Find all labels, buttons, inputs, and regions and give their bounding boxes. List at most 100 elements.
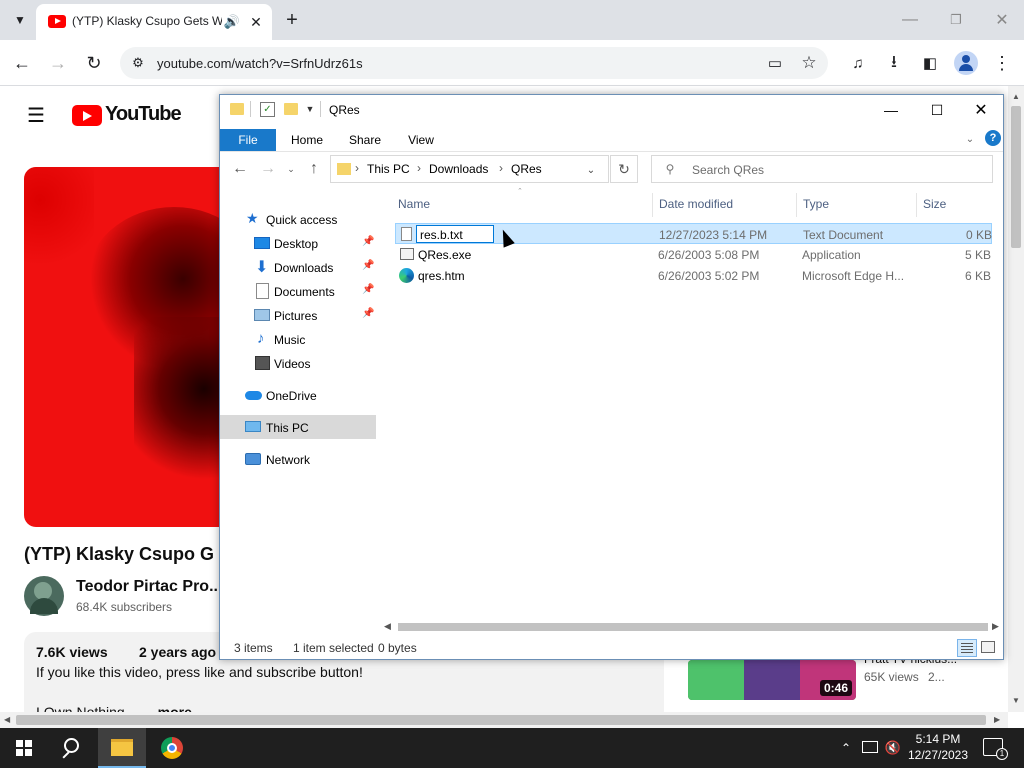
address-bar[interactable]: ⚙ youtube.com/watch?v=SrfnUdrz61s ▭ ☆ bbox=[120, 47, 828, 79]
browser-tab[interactable]: (YTP) Klasky Csupo Gets We 🔊 ✕ bbox=[36, 4, 272, 40]
file-row[interactable]: qres.htm 6/26/2003 5:02 PM Microsoft Edg… bbox=[395, 265, 992, 286]
nav-up-icon[interactable]: ↑ bbox=[304, 159, 324, 179]
media-controls-icon[interactable]: ♫ bbox=[846, 51, 870, 75]
refresh-icon[interactable]: ↻ bbox=[610, 155, 638, 183]
sidebar-item-music[interactable]: ♪ Music bbox=[220, 327, 376, 351]
ribbon-tab-file[interactable]: File bbox=[220, 129, 276, 151]
profile-avatar-icon[interactable] bbox=[954, 51, 978, 75]
file-row[interactable]: QRes.exe 6/26/2003 5:08 PM Application 5… bbox=[395, 244, 992, 265]
sidebar-item-quick-access[interactable]: ★ Quick access bbox=[220, 207, 376, 231]
file-size: 5 KB bbox=[965, 248, 992, 262]
status-selected: 1 item selected bbox=[293, 641, 374, 655]
filelist-horizontal-scrollbar[interactable]: ◀ ▶ bbox=[382, 619, 1002, 635]
help-icon[interactable]: ? bbox=[985, 130, 1001, 146]
audio-playing-icon[interactable]: 🔊 bbox=[222, 12, 242, 32]
sidebar-item-onedrive[interactable]: OneDrive bbox=[220, 383, 376, 407]
search-taskbar-icon[interactable] bbox=[48, 728, 96, 768]
address-dropdown-icon[interactable]: ⌄ bbox=[583, 162, 599, 178]
clock-time[interactable]: 5:14 PM bbox=[906, 732, 970, 748]
new-tab-button[interactable]: + bbox=[280, 8, 304, 32]
explorer-close-button[interactable]: ✕ bbox=[966, 97, 996, 123]
sidebar-item-videos[interactable]: Videos bbox=[220, 351, 376, 375]
breadcrumb-downloads[interactable]: Downloads bbox=[429, 162, 488, 176]
rename-input[interactable]: res.b.txt bbox=[416, 225, 494, 243]
column-header-date[interactable]: Date modified bbox=[659, 197, 733, 211]
new-folder-icon[interactable] bbox=[284, 103, 298, 115]
subscriber-count: 68.4K subscribers bbox=[76, 600, 173, 614]
ribbon-tab-share[interactable]: Share bbox=[340, 129, 390, 151]
chrome-taskbar-icon[interactable] bbox=[148, 728, 196, 768]
install-app-icon[interactable]: ▭ bbox=[764, 53, 786, 73]
nav-back-icon[interactable]: ← bbox=[230, 159, 250, 179]
column-header-size[interactable]: Size bbox=[923, 197, 946, 211]
file-row[interactable]: res.b.txt 12/27/2023 5:14 PM Text Docume… bbox=[395, 223, 992, 244]
sidebar-item-label: Documents bbox=[274, 285, 335, 299]
desktop-icon bbox=[254, 237, 270, 249]
ribbon-tab-home[interactable]: Home bbox=[282, 129, 332, 151]
recent-locations-icon[interactable]: ⌄ bbox=[284, 159, 298, 179]
forward-icon[interactable]: → bbox=[46, 51, 70, 75]
tab-close-icon[interactable]: ✕ bbox=[246, 12, 266, 32]
page-horizontal-scrollbar[interactable]: ◀ ▶ bbox=[0, 712, 1008, 728]
details-view-icon[interactable] bbox=[957, 639, 977, 657]
quick-access-toolbar-dropdown-icon[interactable]: ▼ bbox=[304, 103, 316, 115]
more-link[interactable]: ...more bbox=[146, 704, 192, 712]
site-info-icon[interactable]: ⚙ bbox=[128, 53, 148, 73]
window-restore-button[interactable]: ❐ bbox=[942, 8, 970, 32]
related-video-views: 65K views bbox=[864, 670, 919, 684]
hamburger-menu-icon[interactable]: ☰ bbox=[24, 104, 48, 127]
youtube-logo-icon[interactable] bbox=[72, 105, 102, 126]
chrome-menu-icon[interactable]: ⋮ bbox=[990, 51, 1014, 75]
pin-icon[interactable]: 📌 bbox=[362, 260, 374, 271]
notification-count-badge: 1 bbox=[996, 748, 1008, 760]
pin-icon[interactable]: 📌 bbox=[362, 236, 374, 247]
breadcrumb-qres[interactable]: QRes bbox=[511, 162, 542, 176]
clock-date[interactable]: 12/27/2023 bbox=[906, 748, 970, 764]
pin-icon[interactable]: 📌 bbox=[362, 284, 374, 295]
page-vertical-scrollbar[interactable]: ▲ ▼ bbox=[1008, 86, 1024, 712]
show-hidden-icons-icon[interactable]: ⌃ bbox=[838, 738, 854, 758]
sidebar-item-documents[interactable]: Documents 📌 bbox=[220, 279, 376, 303]
column-header-type[interactable]: Type bbox=[803, 197, 829, 211]
video-player[interactable] bbox=[24, 167, 244, 527]
address-breadcrumb[interactable]: › This PC › Downloads › QRes ⌄ bbox=[330, 155, 609, 183]
sidebar-item-label: OneDrive bbox=[266, 389, 317, 403]
related-video-thumbnail[interactable]: 0:46 bbox=[688, 660, 856, 700]
bookmark-star-icon[interactable]: ☆ bbox=[798, 53, 820, 73]
explorer-maximize-button[interactable]: ☐ bbox=[922, 97, 952, 123]
explorer-minimize-button[interactable]: — bbox=[876, 97, 906, 123]
sidebar-item-desktop[interactable]: Desktop 📌 bbox=[220, 231, 376, 255]
window-minimize-button[interactable]: — bbox=[896, 8, 924, 32]
network-tray-icon[interactable] bbox=[862, 741, 878, 753]
file-type: Application bbox=[802, 248, 861, 262]
side-panel-icon[interactable]: ◧ bbox=[918, 51, 942, 75]
sidebar-item-pictures[interactable]: Pictures 📌 bbox=[220, 303, 376, 327]
window-close-button[interactable]: ✕ bbox=[988, 8, 1016, 32]
channel-name[interactable]: Teodor Pirtac Pro... bbox=[76, 578, 222, 596]
large-icons-view-icon[interactable] bbox=[981, 641, 995, 653]
breadcrumb-this-pc[interactable]: This PC bbox=[367, 162, 410, 176]
file-explorer-taskbar-icon[interactable] bbox=[98, 728, 146, 768]
nav-forward-icon[interactable]: → bbox=[258, 159, 278, 179]
sidebar-item-this-pc[interactable]: This PC bbox=[220, 415, 376, 439]
column-header-name[interactable]: Name bbox=[398, 197, 430, 211]
reload-icon[interactable]: ↻ bbox=[82, 51, 106, 75]
video-duration-badge: 0:46 bbox=[819, 680, 852, 696]
sidebar-item-label: Pictures bbox=[274, 309, 318, 323]
channel-avatar[interactable] bbox=[24, 576, 64, 616]
notification-center-icon[interactable]: 1 bbox=[983, 738, 1008, 760]
properties-icon[interactable]: ✓ bbox=[260, 102, 275, 117]
file-type: Text Document bbox=[803, 228, 884, 242]
volume-muted-icon[interactable]: 🔇 bbox=[884, 738, 902, 758]
tab-search-icon[interactable]: ▼ bbox=[8, 8, 32, 32]
sidebar-item-network[interactable]: Network bbox=[220, 447, 376, 471]
search-box[interactable]: ⚲ Search QRes bbox=[651, 155, 993, 183]
back-icon[interactable]: ← bbox=[10, 51, 34, 75]
sidebar-item-downloads[interactable]: ⬇ Downloads 📌 bbox=[220, 255, 376, 279]
start-button[interactable] bbox=[0, 728, 48, 768]
pin-icon[interactable]: 📌 bbox=[362, 308, 374, 319]
ribbon-expand-icon[interactable]: ⌄ bbox=[962, 131, 978, 147]
downloads-icon[interactable]: ⭳ bbox=[882, 51, 906, 75]
youtube-logo-text[interactable]: YouTube bbox=[105, 103, 182, 126]
ribbon-tab-view[interactable]: View bbox=[396, 129, 446, 151]
